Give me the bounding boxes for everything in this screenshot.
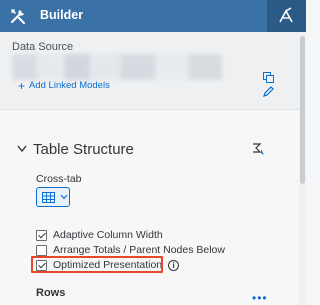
- panel-scrollbar[interactable]: [299, 32, 306, 305]
- arrange-totals-label: Arrange Totals / Parent Nodes Below: [53, 244, 225, 256]
- adaptive-column-width-label: Adaptive Column Width: [53, 229, 163, 241]
- sort-sum-icon[interactable]: [252, 143, 265, 156]
- info-icon[interactable]: i: [168, 259, 180, 271]
- builder-header: Builder: [0, 0, 306, 32]
- more-options-icon[interactable]: •••: [252, 291, 268, 305]
- chevron-down-icon: [60, 194, 68, 200]
- table-structure-section: Table Structure Cross-tab Adaptive Colum…: [0, 110, 299, 305]
- data-source-name-redacted: [12, 54, 222, 80]
- add-icon: +: [18, 78, 26, 93]
- highlight-annotation-box: [31, 256, 163, 273]
- option-adaptive-column-width[interactable]: Adaptive Column Width: [36, 229, 163, 241]
- tools-icon: [11, 9, 25, 24]
- data-source-label: Data Source: [12, 41, 74, 53]
- scrollbar-thumb[interactable]: [300, 36, 305, 184]
- rows-label: Rows: [36, 287, 66, 299]
- arrange-totals-checkbox[interactable]: [36, 244, 47, 256]
- data-source-section: Data Source: [0, 32, 299, 110]
- designer-toggle-button[interactable]: [267, 0, 306, 32]
- adaptive-column-width-checkbox[interactable]: [36, 229, 47, 241]
- table-structure-title[interactable]: Table Structure: [33, 141, 134, 158]
- table-grid-icon: [42, 192, 55, 203]
- add-linked-models-label: Add Linked Models: [29, 80, 110, 91]
- builder-header-title-area: Builder: [0, 0, 267, 32]
- copy-icon[interactable]: [263, 72, 274, 83]
- crosstab-type-dropdown[interactable]: [36, 187, 70, 207]
- add-linked-models-link[interactable]: + Add Linked Models: [18, 78, 110, 93]
- chevron-down-icon[interactable]: [17, 145, 27, 153]
- builder-title: Builder: [40, 8, 84, 22]
- edit-icon[interactable]: [263, 86, 274, 97]
- crosstab-label: Cross-tab: [36, 173, 82, 185]
- designer-icon: [279, 7, 293, 23]
- option-arrange-totals-below[interactable]: Arrange Totals / Parent Nodes Below: [36, 244, 225, 256]
